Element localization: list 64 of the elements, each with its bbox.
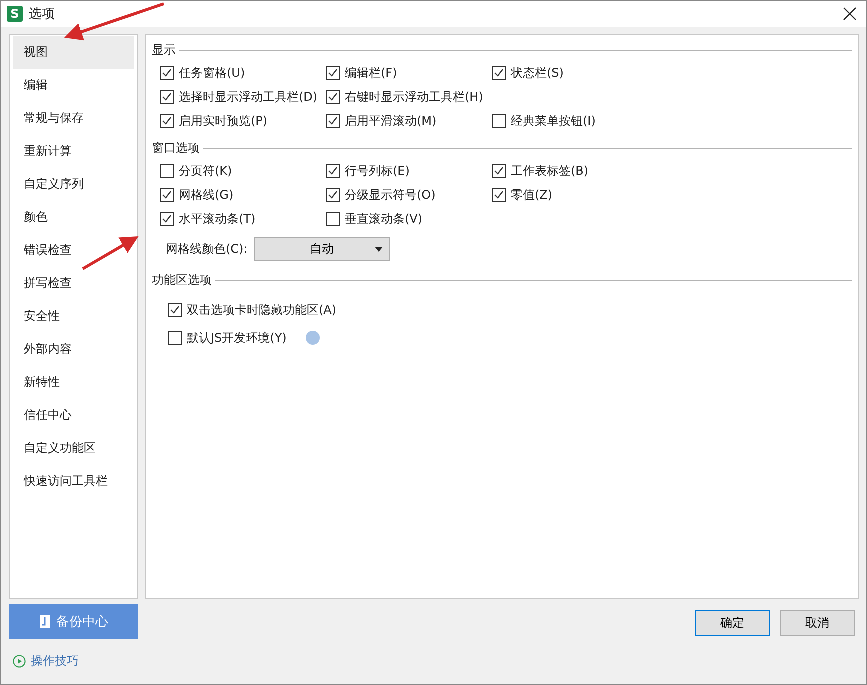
option-label: 选择时显示浮动工具栏(D) (179, 88, 318, 106)
option-label: 网格线(G) (179, 186, 234, 204)
document-icon (38, 614, 50, 629)
option-label: 状态栏(S) (511, 64, 564, 82)
color-dropdown[interactable]: 自动 (254, 237, 390, 261)
option-label: 零值(Z) (511, 186, 553, 204)
option-label: 水平滚动条(T) (179, 210, 256, 228)
checkbox[interactable] (168, 331, 182, 345)
caret-icon (374, 247, 383, 252)
option-label: 垂直滚动条(V) (345, 210, 423, 228)
play-icon (13, 655, 26, 668)
section-title: 功能区选项 (152, 272, 212, 288)
sidebar-item[interactable]: 错误检查 (13, 234, 134, 267)
option-label: 编辑栏(F) (345, 64, 398, 82)
window-title: 选项 (29, 6, 56, 23)
sidebar-item[interactable]: 视图 (13, 36, 134, 69)
option-label: 分页符(K) (179, 162, 232, 180)
option-label: 双击选项卡时隐藏功能区(A) (187, 302, 337, 318)
checkbox[interactable] (326, 212, 340, 226)
checkbox[interactable] (160, 212, 174, 226)
checkbox[interactable] (160, 90, 174, 104)
annotation-arrow (82, 236, 139, 270)
tips-link[interactable]: 操作技巧 (9, 653, 138, 670)
sidebar-item[interactable]: 安全性 (13, 300, 134, 333)
sidebar-item[interactable]: 快速访问工具栏 (13, 465, 134, 498)
option-label: 任务窗格(U) (179, 64, 246, 82)
section-title: 显示 (152, 42, 176, 58)
option-label: 默认JS开发环境(Y) (187, 330, 287, 346)
sidebar-item[interactable]: 外部内容 (13, 333, 134, 366)
section-title: 窗口选项 (152, 140, 200, 156)
sidebar-item[interactable]: 自定义功能区 (13, 432, 134, 465)
option-label: 行号列标(E) (345, 162, 410, 180)
checkbox[interactable] (160, 114, 174, 128)
option-label: 启用平滑滚动(M) (345, 112, 437, 130)
option-label: 经典菜单按钮(I) (511, 112, 596, 130)
app-logo: S (7, 6, 23, 22)
cancel-button[interactable]: 取消 (780, 610, 855, 636)
checkbox[interactable] (326, 90, 340, 104)
option-label: 右键时显示浮动工具栏(H) (345, 88, 484, 106)
sidebar-item[interactable]: 信任中心 (13, 399, 134, 432)
checkbox[interactable] (168, 303, 182, 317)
checkbox[interactable] (326, 188, 340, 202)
checkbox[interactable] (492, 114, 506, 128)
sidebar-item[interactable]: 重新计算 (13, 135, 134, 168)
checkbox[interactable] (160, 66, 174, 80)
sidebar-item[interactable]: 拼写检查 (13, 267, 134, 300)
sidebar-item[interactable]: 自定义序列 (13, 168, 134, 201)
sidebar-item[interactable]: 新特性 (13, 366, 134, 399)
option-label: 启用实时预览(P) (179, 112, 268, 130)
checkbox[interactable] (326, 66, 340, 80)
checkbox[interactable] (492, 164, 506, 178)
sidebar-item[interactable]: 颜色 (13, 201, 134, 234)
sidebar-item[interactable]: 编辑 (13, 69, 134, 102)
ok-button[interactable]: 确定 (695, 610, 770, 636)
checkbox[interactable] (160, 188, 174, 202)
option-label: 工作表标签(B) (511, 162, 589, 180)
checkbox[interactable] (326, 164, 340, 178)
checkbox[interactable] (492, 188, 506, 202)
checkbox[interactable] (326, 114, 340, 128)
sidebar-item[interactable]: 常规与保存 (13, 102, 134, 135)
field-label: 网格线颜色(C): (166, 240, 248, 258)
checkbox[interactable] (160, 164, 174, 178)
option-label: 分级显示符号(O) (345, 186, 436, 204)
checkbox[interactable] (492, 66, 506, 80)
